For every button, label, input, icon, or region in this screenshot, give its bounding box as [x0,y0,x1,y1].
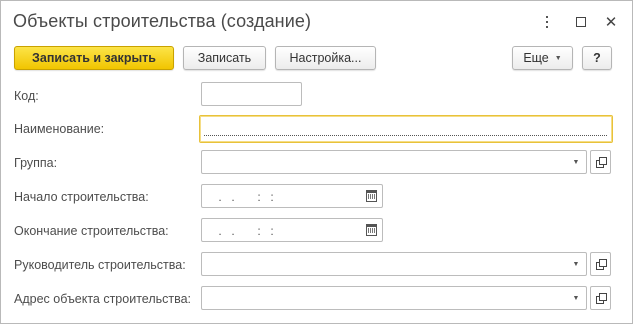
more-label: Еще [523,51,549,65]
chevron-down-icon[interactable]: ▼ [566,287,586,309]
start-date-mask: . . : : [214,190,275,204]
address-field[interactable]: ▼ [201,286,587,310]
manager-label: Руководитель строительства: [14,258,186,272]
start-date-label: Начало строительства: [14,190,149,204]
chevron-down-icon[interactable]: ▼ [566,253,586,275]
name-label: Наименование: [14,122,105,136]
group-label: Группа: [14,156,58,170]
code-label: Код: [14,89,39,103]
address-label: Адрес объекта строительства: [14,292,192,306]
start-date-field[interactable]: . . : : [201,184,383,208]
close-icon[interactable]: ✕ [603,13,619,31]
code-field[interactable] [201,82,302,106]
required-field-underline [204,135,607,136]
save-button[interactable]: Записать [183,46,266,70]
group-field[interactable]: ▼ [201,150,587,174]
window-title: Объекты строительства (создание) [13,11,312,31]
more-menu-button[interactable]: Еще ▼ [512,46,573,70]
help-button[interactable]: ? [582,46,612,70]
maximize-icon[interactable] [573,13,589,31]
calendar-icon[interactable] [360,219,382,241]
kebab-menu-icon[interactable] [539,13,555,31]
end-date-mask: . . : : [214,224,275,238]
name-field[interactable] [199,115,613,143]
save-and-close-button[interactable]: Записать и закрыть [14,46,174,70]
manager-open-button[interactable] [590,252,611,276]
open-form-icon [595,293,607,304]
open-form-icon [595,259,607,270]
chevron-down-icon[interactable]: ▼ [566,151,586,173]
calendar-icon[interactable] [360,185,382,207]
end-date-label: Окончание строительства: [14,224,169,238]
settings-button[interactable]: Настройка... [275,46,376,70]
address-open-button[interactable] [590,286,611,310]
chevron-down-icon: ▼ [554,54,562,62]
end-date-field[interactable]: . . : : [201,218,383,242]
group-open-button[interactable] [590,150,611,174]
dialog-window: Объекты строительства (создание) ✕ Запис… [0,0,633,324]
manager-field[interactable]: ▼ [201,252,587,276]
open-form-icon [595,157,607,168]
